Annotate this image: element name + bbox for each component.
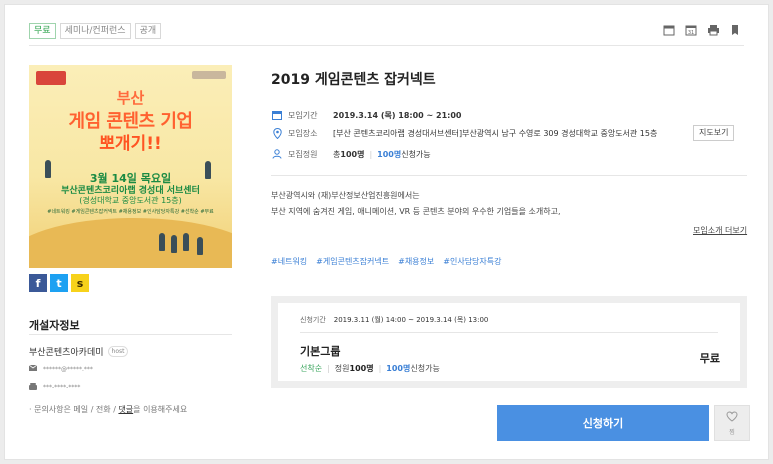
event-date-value: 2019.3.14 (목) 18:00 ~ 21:00 bbox=[333, 110, 462, 120]
ticket-info: 선착순 | 정원 100명 | 100명 신청가능 bbox=[300, 363, 440, 374]
host-note-prefix: · 문의사항은 메일 / 전화 / bbox=[29, 405, 119, 414]
ticket-remaining-suffix: 신청가능 bbox=[410, 364, 440, 373]
hashtag[interactable]: #네트워킹 bbox=[271, 256, 307, 267]
location-pin-icon bbox=[271, 127, 283, 139]
event-capacity-total-prefix: 총 bbox=[333, 149, 341, 159]
host-email: ******@*****.*** bbox=[43, 365, 93, 373]
poster-person bbox=[171, 235, 177, 253]
person-icon bbox=[271, 148, 283, 160]
host-name: 부산콘텐츠아카데미 bbox=[29, 348, 104, 358]
ticket-separator: | bbox=[378, 364, 382, 373]
tag-free: 무료 bbox=[29, 23, 56, 39]
mail-icon bbox=[28, 364, 38, 373]
event-tags: 무료 세미나/컨퍼런스 공개 bbox=[29, 23, 162, 39]
calendar-icon[interactable] bbox=[662, 23, 676, 37]
poster-venue-detail: (경성대학교 중앙도서관 15층) bbox=[79, 196, 182, 205]
poster-logo-right bbox=[192, 71, 226, 79]
host-section-title: 개설자정보 bbox=[29, 319, 80, 332]
description-line: 부산광역시와 (재)부산정보산업진흥원에서는 bbox=[271, 191, 420, 200]
like-label: 찜 bbox=[729, 430, 735, 436]
poster-person bbox=[159, 233, 165, 251]
poster-logo-left bbox=[36, 71, 66, 85]
host-badge: host bbox=[107, 346, 129, 357]
ticket-separator: | bbox=[327, 364, 330, 373]
bookmark-icon[interactable] bbox=[728, 23, 742, 37]
calendar-icon bbox=[271, 109, 283, 121]
tag-category: 세미나/컨퍼런스 bbox=[59, 23, 131, 39]
event-capacity-remaining-suffix: 신청가능 bbox=[401, 149, 431, 159]
host-divider bbox=[29, 334, 232, 335]
event-place-label: 모임장소 bbox=[288, 128, 318, 138]
event-title: 2019 게임콘텐츠 잡커넥트 bbox=[271, 72, 436, 88]
ticket-method: 선착순 bbox=[300, 364, 323, 373]
event-detail-card: 무료 세미나/컨퍼런스 공개 31 부산 게임 콘텐츠 기업 뽀개기!! 3월 … bbox=[4, 4, 769, 460]
phone-icon bbox=[29, 383, 37, 392]
ticket-option[interactable]: 신청기간 2019.3.11 (월) 14:00 ~ 2019.3.14 (목) … bbox=[278, 303, 740, 381]
ticket-price: 무료 bbox=[699, 352, 720, 365]
facebook-icon[interactable]: f bbox=[29, 274, 47, 292]
heart-icon bbox=[726, 410, 738, 425]
svg-text:31: 31 bbox=[688, 30, 694, 36]
ticket-group-name: 기본그룹 bbox=[300, 345, 341, 358]
top-divider bbox=[29, 45, 744, 46]
apply-button[interactable]: 신청하기 bbox=[497, 405, 709, 441]
hashtag[interactable]: #채용정보 bbox=[398, 256, 434, 267]
ticket-period-label: 신청기간 bbox=[300, 316, 326, 324]
event-date-label: 모임기간 bbox=[288, 110, 318, 120]
poster-person bbox=[205, 161, 211, 179]
tag-visibility: 공개 bbox=[134, 23, 162, 39]
poster-title-line3: 뽀개기!! bbox=[99, 134, 162, 154]
event-capacity-row: 모집정원 총 100명 | 100명 신청가능 bbox=[271, 148, 431, 160]
host-contact-note: · 문의사항은 메일 / 전화 / 댓글을 이용해주세요 bbox=[29, 404, 187, 415]
event-capacity-remaining: 100명 bbox=[377, 149, 402, 159]
host-email-row: ******@*****.*** bbox=[28, 364, 93, 373]
event-description: 부산광역시와 (재)부산정보산업진흥원에서는 부산 지역에 숨겨진 게임, 애니… bbox=[271, 188, 561, 220]
event-poster: 부산 게임 콘텐츠 기업 뽀개기!! 3월 14일 목요일 부산콘텐츠코리아랩 … bbox=[29, 65, 232, 268]
host-note-suffix: 을 이용해주세요 bbox=[133, 405, 188, 414]
description-line: 부산 지역에 숨겨진 게임, 애니메이션, VR 등 콘텐츠 분야의 우수한 기… bbox=[271, 207, 561, 216]
hashtag-list: #네트워킹 #게임콘텐츠잡커넥트 #채용정보 #인사담당자특강 bbox=[271, 256, 502, 267]
event-place-value: [부산 콘텐츠코리아랩 경성대서브센터]부산광역시 남구 수영로 309 경성대… bbox=[333, 128, 658, 138]
poster-tags: #네트워킹 #게임콘텐츠잡커넥트 #채용정보 #인사담당자특강 #선착순 #무료 bbox=[47, 209, 214, 215]
event-capacity-total: 100명 bbox=[340, 149, 365, 159]
ticket-remaining: 100명 bbox=[386, 364, 411, 373]
ticket-divider bbox=[300, 332, 718, 333]
ticket-capacity-prefix: 정원 bbox=[334, 364, 350, 373]
event-place-row: 모임장소 [부산 콘텐츠코리아랩 경성대서브센터]부산광역시 남구 수영로 30… bbox=[271, 127, 678, 139]
host-name-row: 부산콘텐츠아카데미 host bbox=[29, 345, 129, 358]
comment-link[interactable]: 댓글 bbox=[118, 405, 133, 414]
description-more-link[interactable]: 모임소개 더보기 bbox=[693, 225, 747, 236]
ticket-period: 신청기간 2019.3.11 (월) 14:00 ~ 2019.3.14 (목) … bbox=[300, 315, 488, 325]
host-phone-row: ***-****-**** bbox=[29, 383, 80, 392]
event-date-row: 모임기간 2019.3.14 (목) 18:00 ~ 21:00 bbox=[271, 109, 462, 121]
twitter-icon[interactable]: t bbox=[50, 274, 68, 292]
print-icon[interactable] bbox=[706, 23, 720, 37]
host-phone: ***-****-**** bbox=[43, 384, 81, 391]
event-capacity-label: 모집정원 bbox=[288, 149, 318, 159]
calendar-31-icon[interactable]: 31 bbox=[684, 23, 698, 37]
poster-person bbox=[45, 160, 51, 178]
hashtag[interactable]: #게임콘텐츠잡커넥트 bbox=[316, 256, 389, 267]
social-share: f t s bbox=[29, 274, 89, 292]
poster-person bbox=[183, 233, 189, 251]
kakaostory-icon[interactable]: s bbox=[71, 274, 89, 292]
poster-title-line1: 부산 bbox=[116, 89, 145, 107]
top-actions: 31 bbox=[662, 23, 742, 37]
ticket-capacity: 100명 bbox=[349, 364, 374, 373]
map-button[interactable]: 지도보기 bbox=[693, 125, 735, 141]
info-divider bbox=[271, 175, 747, 176]
ticket-box: 신청기간 2019.3.11 (월) 14:00 ~ 2019.3.14 (목) … bbox=[271, 296, 747, 388]
hashtag[interactable]: #인사담당자특강 bbox=[443, 256, 501, 267]
ticket-period-value: 2019.3.11 (월) 14:00 ~ 2019.3.14 (목) 13:0… bbox=[333, 316, 489, 324]
poster-person bbox=[197, 237, 203, 255]
like-button[interactable]: 찜 bbox=[714, 405, 750, 441]
capacity-separator: | bbox=[369, 149, 373, 159]
